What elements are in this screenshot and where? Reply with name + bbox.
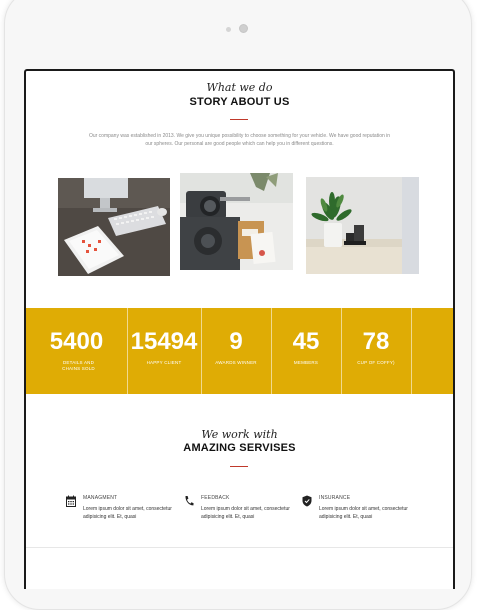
stat-item: 78 CUP OF COFFY) xyxy=(341,308,411,394)
service-text: Lorem ipsum dolor sit amet, consectetur … xyxy=(319,506,408,520)
stat-value: 15494 xyxy=(130,328,198,355)
stat-label: MEMBERS xyxy=(293,360,319,365)
camera-lens xyxy=(239,24,248,33)
stat-divider xyxy=(411,308,412,394)
services-eyebrow: We work with xyxy=(201,428,278,441)
sensor-dot xyxy=(226,27,231,32)
plant-office-photo xyxy=(306,177,419,274)
stat-label: AWARDS WINNER xyxy=(215,360,257,365)
stat-label: CUP OF COFFY) xyxy=(357,360,395,365)
section-divider xyxy=(26,547,453,548)
stat-item: 45 MEMBERS xyxy=(271,308,341,394)
stat-item: 9 AWARDS WINNER xyxy=(201,308,271,394)
shield-icon xyxy=(302,495,312,507)
stat-value: 5400 xyxy=(49,328,104,355)
phone-icon xyxy=(185,496,194,506)
about-eyebrow: What we do xyxy=(206,81,273,94)
calendar-icon xyxy=(66,495,76,507)
service-text: Lorem ipsum dolor sit amet, consectetur … xyxy=(201,506,290,520)
tablet-screen: What we do STORY ABOUT US Our company wa… xyxy=(24,69,455,589)
about-title: STORY ABOUT US xyxy=(189,96,290,108)
service-title: INSURANCE xyxy=(319,495,351,501)
stat-item: 15494 HAPPY CLIENT xyxy=(127,308,201,394)
stat-label: DETAILS AND CHAINS SOLD xyxy=(62,360,95,371)
service-title: FEEDBACK xyxy=(201,495,230,501)
service-title: MANAGMENT xyxy=(83,495,118,501)
services-divider xyxy=(230,466,248,467)
camera-notebook-photo xyxy=(180,173,293,270)
stats-band: 5400 DETAILS AND CHAINS SOLD 15494 HAPPY… xyxy=(26,308,453,394)
about-text: Our company was established in 2013. We … xyxy=(88,133,391,147)
stat-item: 5400 DETAILS AND CHAINS SOLD xyxy=(26,308,127,394)
stat-value: 9 xyxy=(229,328,243,355)
stat-value: 78 xyxy=(362,328,390,355)
about-divider xyxy=(230,119,248,120)
stat-label: HAPPY CLIENT xyxy=(146,360,182,365)
desk-workspace-photo xyxy=(58,178,170,276)
services-title: AMAZING SERVISES xyxy=(183,442,296,454)
stat-value: 45 xyxy=(292,328,320,355)
service-text: Lorem ipsum dolor sit amet, consectetur … xyxy=(83,506,172,520)
